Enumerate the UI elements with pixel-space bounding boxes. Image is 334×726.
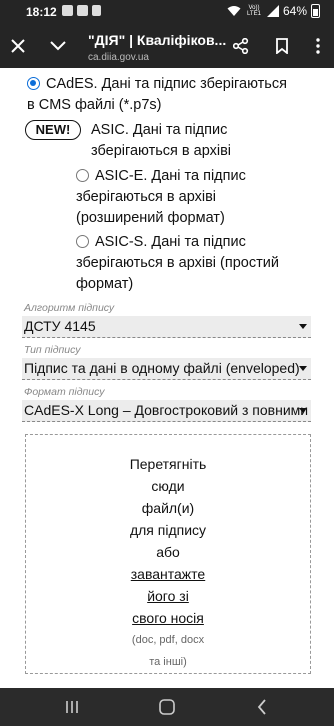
option-asic-s-line3: формат) [76, 276, 134, 292]
battery-icon [311, 4, 320, 18]
signal-icon [266, 5, 279, 17]
mail-notification-icon [77, 5, 88, 16]
dropzone-line1: Перетягніть [129, 456, 207, 472]
dropzone-line5: або [156, 544, 180, 560]
option-asic-e-line1: ASIC-E. Дані та підпис [95, 168, 246, 184]
caret-down-icon [299, 324, 307, 329]
file-types-hint-2: та інші) [149, 656, 187, 668]
upload-link[interactable]: завантажте [131, 566, 205, 582]
file-types-hint: (doc, pdf, docx [131, 634, 205, 646]
clock: 18:12 [26, 5, 57, 19]
status-bar: 18:12 Vo)) LTE1 64% [0, 0, 334, 24]
dropzone-line2: сюди [151, 478, 185, 494]
network-indicator: Vo)) LTE1 [247, 5, 261, 17]
option-asic-s-line2: зберігаються в архіві (простий [76, 255, 279, 271]
radio-asic-e[interactable] [76, 169, 89, 182]
sign-format-label: Формат підпису [24, 386, 105, 398]
option-asic-s-line1: ASIC-S. Дані та підпис [95, 234, 246, 250]
radio-asic-s[interactable] [76, 235, 89, 248]
new-badge: NEW! [25, 120, 81, 140]
dropzone-line3: файл(и) [141, 500, 195, 516]
page-content: CAdES. Дані та підпис зберігаються в CMS… [0, 68, 334, 688]
algorithm-select[interactable]: ДСТУ 4145 [22, 316, 311, 338]
chevron-down-icon[interactable] [46, 34, 70, 58]
file-dropzone[interactable]: Перетягніть сюди файл(и) для підпису або… [25, 434, 311, 674]
option-asic-line2: зберігаються в архіві [91, 143, 231, 159]
page-title: "ДІЯ" | Кваліфіков... [88, 32, 227, 48]
more-icon[interactable] [306, 34, 330, 58]
recents-icon[interactable] [62, 698, 82, 716]
dropzone-line4: для підпису [129, 522, 207, 538]
option-cades[interactable]: CAdES. Дані та підпис зберігаються в CMS… [27, 74, 287, 116]
option-cades-line1: CAdES. Дані та підпис зберігаються [46, 76, 287, 92]
back-icon[interactable] [252, 698, 272, 716]
caret-down-icon [299, 366, 307, 371]
radio-cades[interactable] [27, 77, 40, 90]
option-asic-e-line2: зберігаються в архіві [76, 189, 216, 205]
algorithm-value: ДСТУ 4145 [24, 318, 96, 334]
option-cades-line2: в CMS файлі (*.p7s) [27, 97, 162, 113]
browser-toolbar: "ДІЯ" | Кваліфіков... ca.diia.gov.ua [0, 24, 334, 68]
option-asic-s[interactable]: ASIC-S. Дані та підпис зберігаються в ар… [76, 232, 279, 295]
wifi-icon [227, 6, 241, 16]
sign-type-label: Тип підпису [24, 344, 81, 356]
option-asic-e[interactable]: ASIC-E. Дані та підпис зберігаються в ар… [76, 166, 246, 229]
gallery-notification-icon [62, 5, 73, 16]
algorithm-label: Алгоритм підпису [24, 302, 115, 314]
caret-down-icon [299, 408, 307, 413]
upload-link-2[interactable]: його зі [147, 588, 189, 604]
sign-type-value: Підпис та дані в одному файлі (enveloped… [24, 360, 300, 376]
image-notification-icon [92, 5, 101, 16]
option-asic-e-line3: (розширений формат) [76, 210, 225, 226]
close-icon[interactable] [6, 34, 30, 58]
sign-format-value: CAdES-X Long – Довгостроковий з повними … [24, 402, 311, 418]
battery-percent: 64% [282, 4, 307, 18]
system-nav-bar [0, 688, 334, 726]
option-asic[interactable]: ASIC. Дані та підпис зберігаються в архі… [91, 120, 231, 162]
share-icon[interactable] [229, 34, 253, 58]
upload-link-3[interactable]: свого носія [132, 610, 204, 626]
page-url: ca.diia.gov.ua [88, 52, 149, 63]
sign-format-select[interactable]: CAdES-X Long – Довгостроковий з повними … [22, 400, 311, 422]
home-icon[interactable] [157, 698, 177, 716]
option-asic-line1: ASIC. Дані та підпис [91, 122, 228, 138]
sign-type-select[interactable]: Підпис та дані в одному файлі (enveloped… [22, 358, 311, 380]
bookmark-icon[interactable] [270, 34, 294, 58]
